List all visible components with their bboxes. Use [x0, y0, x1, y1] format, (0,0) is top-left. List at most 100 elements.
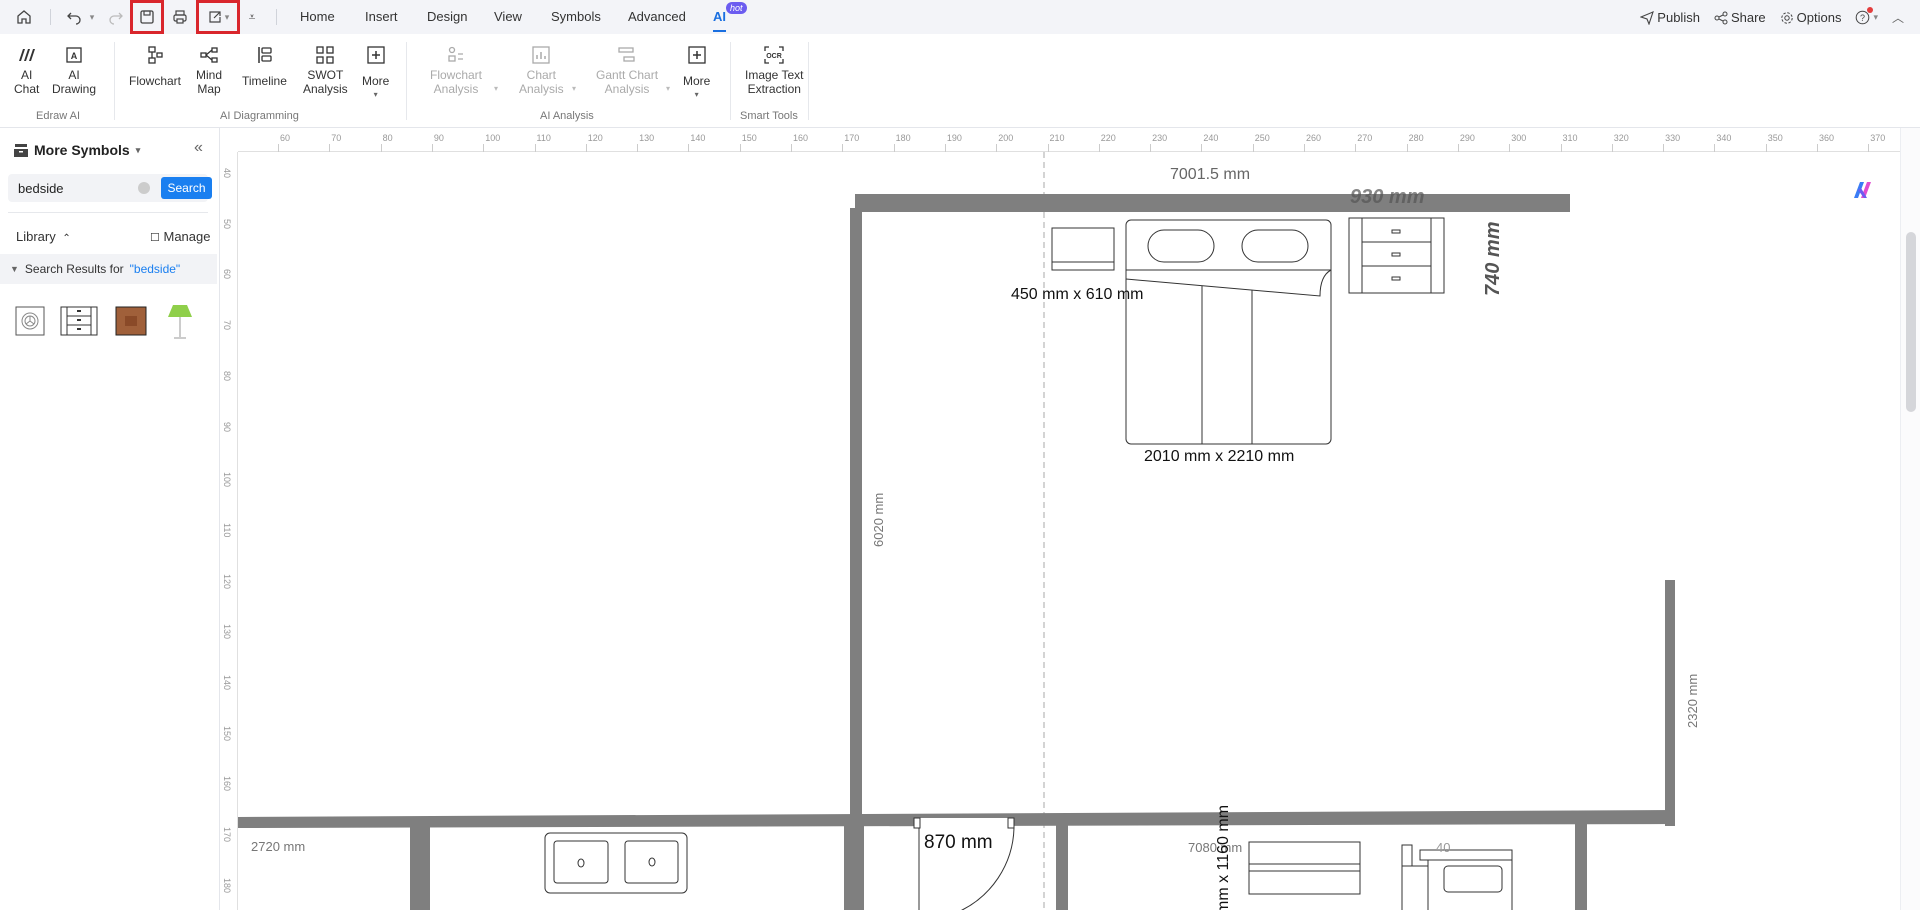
ruler-tick: [278, 144, 279, 152]
analysis-more-button[interactable]: More ▾: [683, 44, 710, 102]
ruler-tick-label: 270: [1357, 133, 1373, 143]
ruler-tick: [1201, 144, 1203, 152]
image-text-extraction-button[interactable]: OCR Image Text Extraction: [745, 44, 803, 96]
ruler-tick-label: 60: [280, 133, 291, 143]
swot-label-2: Analysis: [303, 82, 348, 96]
bedside-table-round-symbol[interactable]: [15, 304, 45, 338]
options-button[interactable]: Options: [1780, 10, 1842, 25]
symbol-search-input[interactable]: [8, 174, 148, 202]
flowchart-button[interactable]: Flowchart: [129, 44, 181, 88]
ribbon: AI Chat A AI Drawing Edraw AI Flowchart …: [0, 34, 1920, 128]
vertical-scrollbar-thumb[interactable]: [1906, 232, 1916, 412]
symbol-library-panel: More Symbols ▾ « Search Library ⌃ ☐ Mana…: [0, 128, 220, 910]
tab-view[interactable]: View: [494, 9, 522, 24]
timeline-button[interactable]: Timeline: [242, 44, 287, 88]
plus-box-icon: [365, 44, 387, 66]
ruler-tick: [585, 144, 587, 152]
svg-text:A: A: [71, 51, 78, 61]
ruler-tick-label: 90: [433, 133, 444, 143]
flowchart-analysis-button[interactable]: Flowchart Analysis: [430, 44, 482, 96]
chart-analysis-label-1: Chart: [526, 68, 557, 82]
ai-chat-label-2: Chat: [14, 82, 40, 96]
bedside-lamp-symbol[interactable]: [165, 304, 195, 339]
chart-analysis-button[interactable]: Chart Analysis: [519, 44, 564, 96]
ruler-tick-label: 170: [222, 827, 232, 843]
help-button[interactable]: ? ▾: [1855, 7, 1878, 25]
mind-map-button[interactable]: Mind Map: [196, 44, 222, 96]
chevron-down-icon[interactable]: ▾: [494, 84, 498, 93]
options-label: Options: [1796, 10, 1842, 25]
ruler-tick-label: 340: [1716, 133, 1732, 143]
ruler-tick-label: 260: [1306, 133, 1322, 143]
search-results-header[interactable]: ▼ Search Results for "bedside": [0, 254, 217, 284]
ruler-tick-label: 310: [1562, 133, 1578, 143]
flowchart-icon: [144, 44, 166, 66]
ruler-tick: [1304, 144, 1305, 152]
ruler-tick-label: 40: [222, 168, 232, 179]
tab-ai[interactable]: AI: [713, 9, 726, 32]
publish-button[interactable]: Publish: [1640, 10, 1700, 25]
ruler-tick-label: 80: [382, 133, 393, 143]
tab-advanced[interactable]: Advanced: [628, 9, 686, 24]
tab-design[interactable]: Design: [427, 9, 467, 24]
timeline-icon: [253, 44, 275, 66]
tab-home[interactable]: Home: [300, 9, 335, 24]
share-button[interactable]: Share: [1714, 10, 1766, 25]
ruler-tick-label: 110: [222, 522, 232, 538]
timeline-label: Timeline: [242, 74, 287, 88]
library-icon: [14, 143, 28, 157]
tab-insert[interactable]: Insert: [365, 9, 398, 24]
flowchart-analysis-label-1: Flowchart: [430, 68, 483, 82]
ai-chat-button[interactable]: AI Chat: [14, 44, 39, 96]
redo-icon[interactable]: [104, 5, 128, 29]
library-toggle[interactable]: Library ⌃: [16, 229, 71, 244]
ruler-tick-label: 290: [1459, 133, 1475, 143]
ai-drawing-label-1: AI: [68, 68, 80, 82]
ai-assistant-icon[interactable]: [1852, 180, 1874, 200]
more-label: More: [683, 74, 711, 88]
save-icon[interactable]: [130, 0, 164, 34]
wall-lower-2: [844, 824, 864, 910]
plus-box-icon: [686, 44, 708, 66]
collapse-panel-icon[interactable]: «: [194, 139, 203, 157]
diagramming-more-button[interactable]: More ▾: [362, 44, 389, 102]
customize-toolbar-icon[interactable]: ⩡: [240, 5, 264, 29]
export-dropdown-icon[interactable]: ▾: [225, 12, 230, 23]
tab-symbols[interactable]: Symbols: [551, 9, 601, 24]
dimension-label: 7001.5 mm: [1170, 166, 1251, 183]
bedside-table-wood-symbol[interactable]: [115, 304, 147, 338]
manage-button[interactable]: ☐ Manage: [150, 229, 210, 244]
search-button[interactable]: Search: [161, 177, 212, 199]
gantt-chart-analysis-button[interactable]: Gantt Chart Analysis: [596, 44, 658, 96]
group-ai-analysis: AI Analysis: [540, 110, 594, 122]
chevron-down-icon[interactable]: ▾: [666, 84, 670, 93]
nightstand-symbol: [1051, 227, 1115, 271]
ruler-tick-label: 60: [222, 269, 232, 280]
ruler-tick: [1560, 144, 1562, 152]
results-query: "bedside": [129, 262, 181, 276]
ruler-tick-label: 160: [222, 776, 232, 792]
image-text-label-2: Extraction: [747, 82, 801, 96]
ruler-tick-label: 250: [1254, 133, 1270, 143]
ruler-tick: [431, 144, 433, 152]
ruler-tick-label: 320: [1613, 133, 1629, 143]
clear-search-icon[interactable]: [138, 182, 150, 194]
chevron-down-icon[interactable]: ▾: [572, 84, 576, 93]
bedside-drawer-symbol[interactable]: [60, 304, 98, 338]
help-dropdown-icon[interactable]: ▾: [1873, 12, 1878, 23]
export-icon[interactable]: ▾: [196, 0, 240, 34]
panel-title[interactable]: More Symbols ▾: [14, 142, 140, 158]
library-label: Library: [16, 229, 56, 244]
ruler-tick-label: 140: [222, 675, 232, 691]
undo-dropdown-icon[interactable]: ▾: [80, 5, 104, 29]
swot-analysis-button[interactable]: SWOT Analysis: [303, 44, 348, 96]
home-icon[interactable]: [12, 5, 36, 29]
ruler-tick: [791, 144, 792, 152]
drawing-canvas[interactable]: 7001.5 mm 930 mm 740 mm 450 mm x 610 mm …: [238, 152, 1900, 910]
collapse-ribbon-icon[interactable]: ︿: [1892, 9, 1904, 26]
ruler-tick-label: 360: [1819, 133, 1835, 143]
print-icon[interactable]: [168, 5, 192, 29]
ai-drawing-button[interactable]: A AI Drawing: [52, 44, 96, 96]
ruler-tick: [1714, 144, 1716, 152]
ruler-tick: [1047, 144, 1049, 152]
